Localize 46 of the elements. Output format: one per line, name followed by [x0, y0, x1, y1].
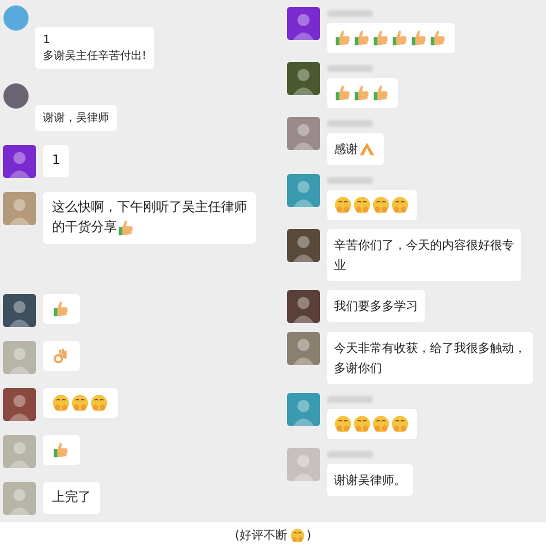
caption-text: (好评不断 [234, 526, 288, 544]
message-text: 多谢你们 [334, 360, 382, 377]
message-text: 谢谢吴律师。 [334, 472, 406, 489]
thumb-icon [334, 84, 352, 102]
message-text: 今天非常有收获，给了我很多触动， [334, 340, 526, 357]
message-text: 多谢吴主任辛苦付出! [43, 48, 146, 64]
blurred-name [327, 396, 373, 403]
thumb-icon [410, 29, 428, 47]
thumb-icon [334, 29, 352, 47]
shy-icon [90, 394, 108, 412]
message-text: 上完了 [52, 489, 91, 507]
shy-icon [353, 415, 371, 433]
message-text: 这么快啊，下午刚听了吴主任律师 [52, 199, 247, 217]
shy-icon [372, 196, 390, 214]
shy-icon [372, 415, 390, 433]
shy-icon [290, 528, 304, 542]
message-text: 谢谢，吴律师 [43, 110, 109, 126]
thumb-icon [117, 219, 135, 237]
caption-text: ) [306, 528, 312, 542]
message-text: 感谢 [334, 141, 358, 158]
blurred-name [327, 177, 373, 184]
message-text: 业 [334, 257, 346, 274]
shy-icon [334, 415, 352, 433]
thumb-icon [372, 84, 390, 102]
thumb-icon [372, 29, 390, 47]
blurred-name [327, 120, 373, 127]
message-text: 1 [52, 152, 60, 170]
thumb-icon [429, 29, 447, 47]
shy-icon [391, 196, 409, 214]
blurred-name [327, 451, 373, 458]
thumb-icon [353, 84, 371, 102]
thumb-icon [391, 29, 409, 47]
thumb-icon [353, 29, 371, 47]
message-text: 1 [43, 32, 50, 48]
thumb-icon [52, 300, 70, 318]
shy-icon [353, 196, 371, 214]
shy-icon [391, 415, 409, 433]
blurred-name [327, 65, 373, 72]
message-text: 的干货分享 [52, 219, 117, 237]
shy-icon [52, 394, 70, 412]
thumb-icon [52, 441, 70, 459]
blurred-name [327, 10, 373, 17]
message-text: 辛苦你们了，今天的内容很好很专 [334, 237, 514, 254]
shy-icon [334, 196, 352, 214]
message-text: 我们要多多学习 [334, 298, 418, 315]
shy-icon [71, 394, 89, 412]
